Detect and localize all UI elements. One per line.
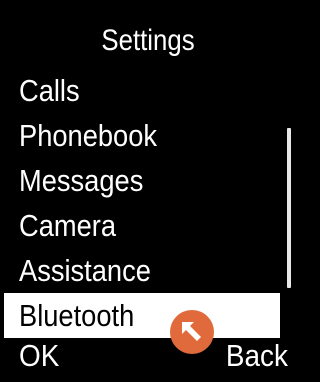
menu-item-label: Calls [19, 73, 80, 108]
menu-item-messages[interactable]: Messages [0, 158, 296, 203]
ok-softkey[interactable]: OK [19, 336, 59, 376]
pointer-cursor [170, 310, 214, 354]
scrollbar[interactable] [287, 128, 291, 288]
page-title: Settings [101, 24, 195, 57]
settings-menu: Calls Phonebook Messages Camera Assistan… [0, 68, 296, 338]
menu-item-label: Assistance [19, 253, 151, 288]
menu-item-camera[interactable]: Camera [0, 203, 296, 248]
menu-item-bluetooth[interactable]: Bluetooth [4, 293, 280, 338]
back-softkey[interactable]: Back [226, 336, 288, 376]
arrow-up-left-icon [182, 322, 201, 341]
menu-item-label: Camera [19, 208, 117, 243]
menu-item-calls[interactable]: Calls [0, 68, 296, 113]
menu-item-label: Messages [19, 163, 144, 198]
phone-screen: Settings Calls Phonebook Messages Camera… [0, 0, 296, 382]
softkey-bar: OK Back [0, 336, 296, 376]
menu-item-label: Bluetooth [19, 298, 135, 333]
menu-item-assistance[interactable]: Assistance [0, 248, 296, 293]
menu-item-phonebook[interactable]: Phonebook [0, 113, 296, 158]
menu-item-label: Phonebook [19, 118, 158, 153]
